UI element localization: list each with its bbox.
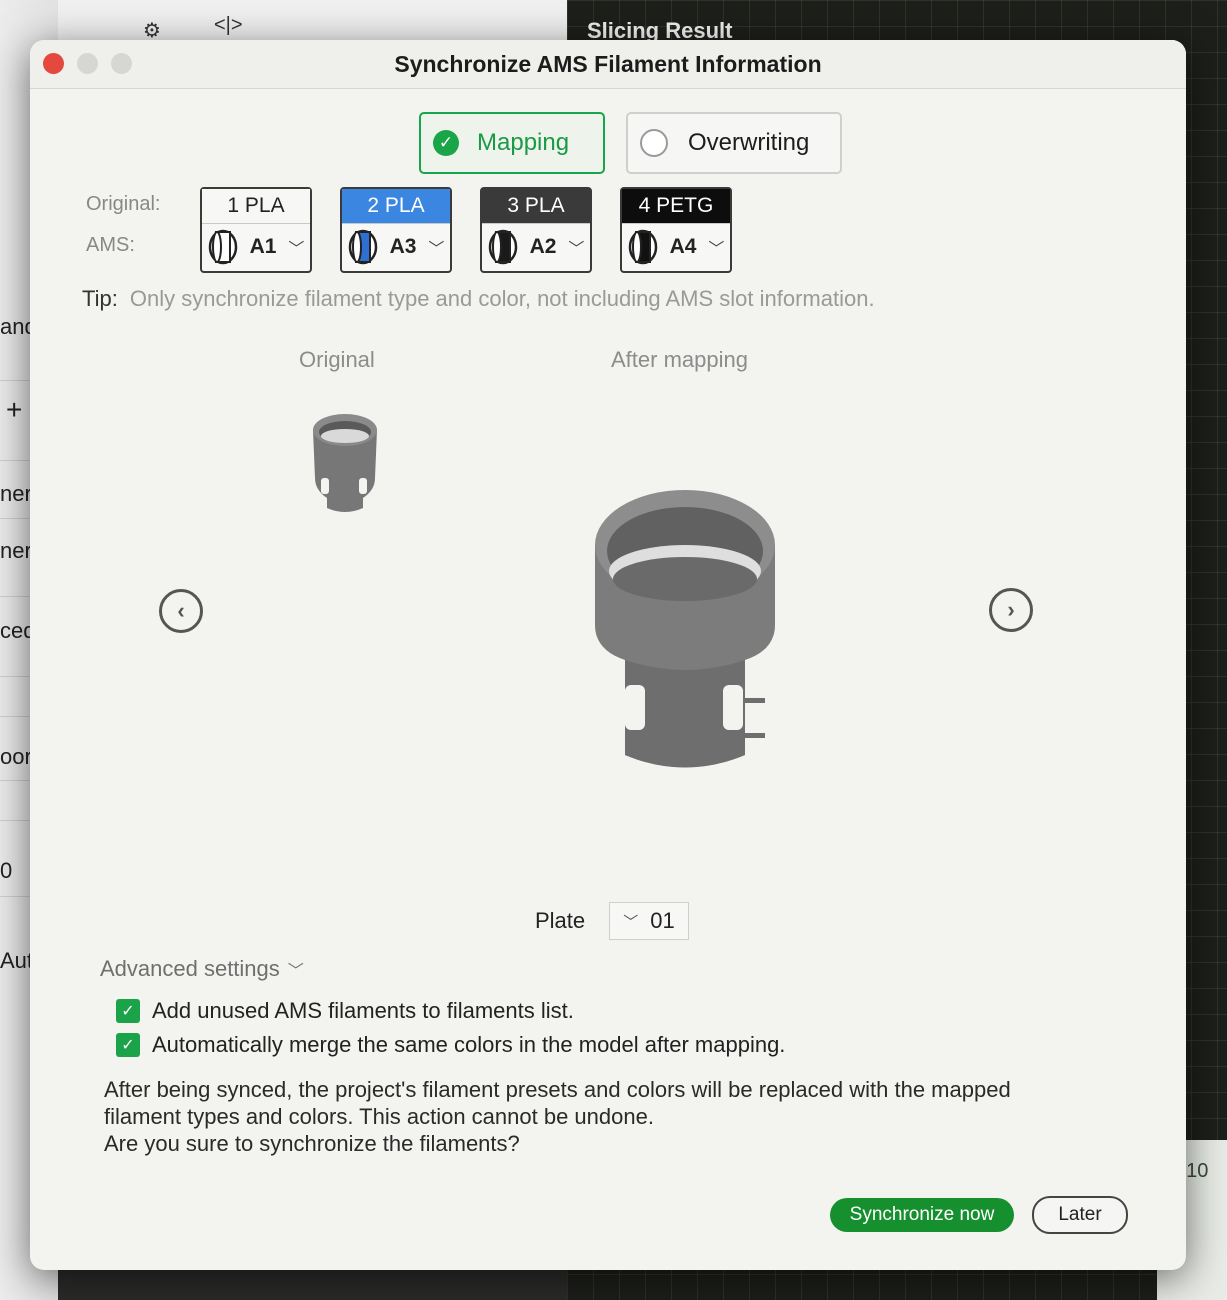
checkbox-label: Add unused AMS filaments to filaments li… xyxy=(152,998,574,1023)
filament-slot-4: 4 PETG A4 ﹀ xyxy=(620,187,732,273)
dialog-titlebar: Synchronize AMS Filament Information xyxy=(30,40,1186,89)
check-icon: ✓ xyxy=(433,130,459,156)
code-toggle-icon[interactable]: <|> xyxy=(214,14,243,37)
plate-label: Plate xyxy=(535,908,586,933)
ams-slot-value: A1 xyxy=(249,235,277,258)
original-row-label: Original: xyxy=(86,193,161,215)
advanced-settings-toggle[interactable]: Advanced settings ﹀ xyxy=(100,956,304,982)
sync-ams-dialog: Synchronize AMS Filament Information ✓ M… xyxy=(30,40,1186,1270)
mapping-mode-button[interactable]: ✓ Mapping xyxy=(419,112,605,174)
overwriting-label: Overwriting xyxy=(688,129,810,156)
chevron-down-icon: ﹀ xyxy=(428,241,445,258)
synchronize-now-button[interactable]: Synchronize now xyxy=(830,1198,1014,1232)
checkbox-checked-icon[interactable]: ✓ xyxy=(116,999,140,1023)
ams-slot-select[interactable]: A1 ﹀ xyxy=(202,224,310,270)
ams-row-label: AMS: xyxy=(86,234,135,256)
radio-icon xyxy=(640,129,668,157)
chevron-down-icon: ﹀ xyxy=(287,963,304,980)
warning-line: Are you sure to synchronize the filament… xyxy=(104,1131,520,1156)
mapped-model-preview xyxy=(595,490,775,768)
next-arrow-button[interactable]: › xyxy=(989,588,1033,632)
original-filament-label: 3 PLA xyxy=(482,189,590,224)
plate-select[interactable]: ﹀ 01 xyxy=(609,902,689,940)
add-unused-filaments-option[interactable]: ✓ Add unused AMS filaments to filaments … xyxy=(116,998,574,1024)
filament-slot-3: 3 PLA A2 ﹀ xyxy=(480,187,592,273)
checkbox-checked-icon[interactable]: ✓ xyxy=(116,1033,140,1057)
advanced-settings-label: Advanced settings xyxy=(100,956,280,981)
warning-line: filament types and colors. This action c… xyxy=(104,1104,654,1129)
ams-slot-value: A2 xyxy=(529,235,557,258)
spool-icon xyxy=(488,229,517,265)
bg-add-icon[interactable]: + xyxy=(6,394,22,426)
ams-slot-select[interactable]: A4 ﹀ xyxy=(622,224,730,270)
sync-warning-text: After being synced, the project's filame… xyxy=(104,1076,1124,1157)
after-mapping-preview-label: After mapping xyxy=(611,347,748,372)
chevron-down-icon: ﹀ xyxy=(623,913,639,931)
merge-colors-option[interactable]: ✓ Automatically merge the same colors in… xyxy=(116,1032,785,1058)
warning-line: After being synced, the project's filame… xyxy=(104,1077,1011,1102)
original-filament-label: 2 PLA xyxy=(342,189,450,224)
previous-arrow-button[interactable]: ‹ xyxy=(159,589,203,633)
filament-slot-2: 2 PLA A3 ﹀ xyxy=(340,187,452,273)
chevron-down-icon: ﹀ xyxy=(288,241,305,258)
ams-slot-select[interactable]: A2 ﹀ xyxy=(482,224,590,270)
ams-slot-value: A4 xyxy=(669,235,697,258)
dialog-title: Synchronize AMS Filament Information xyxy=(394,51,822,77)
original-filament-label: 1 PLA xyxy=(202,189,310,224)
spool-icon xyxy=(628,229,657,265)
chevron-down-icon: ﹀ xyxy=(568,241,585,258)
original-model-preview xyxy=(313,414,377,512)
later-button[interactable]: Later xyxy=(1032,1196,1128,1234)
checkbox-label: Automatically merge the same colors in t… xyxy=(152,1032,786,1057)
ams-slot-value: A3 xyxy=(389,235,417,258)
mapping-label: Mapping xyxy=(477,129,570,156)
tip-message: Only synchronize filament type and color… xyxy=(129,286,875,311)
plate-value: 01 xyxy=(650,908,675,933)
original-preview-label: Original xyxy=(299,347,375,372)
overwriting-mode-button[interactable]: Overwriting xyxy=(626,112,842,174)
spool-icon xyxy=(208,229,237,265)
ams-slot-select[interactable]: A3 ﹀ xyxy=(342,224,450,270)
chevron-down-icon: ﹀ xyxy=(708,241,725,258)
tip-label: Tip: xyxy=(82,286,118,311)
filament-slot-1: 1 PLA A1 ﹀ xyxy=(200,187,312,273)
tip-text: Tip: Only synchronize filament type and c… xyxy=(82,286,875,312)
bg-label: 0 xyxy=(0,858,13,883)
spool-icon xyxy=(348,229,377,265)
original-filament-label: 4 PETG xyxy=(622,189,730,224)
